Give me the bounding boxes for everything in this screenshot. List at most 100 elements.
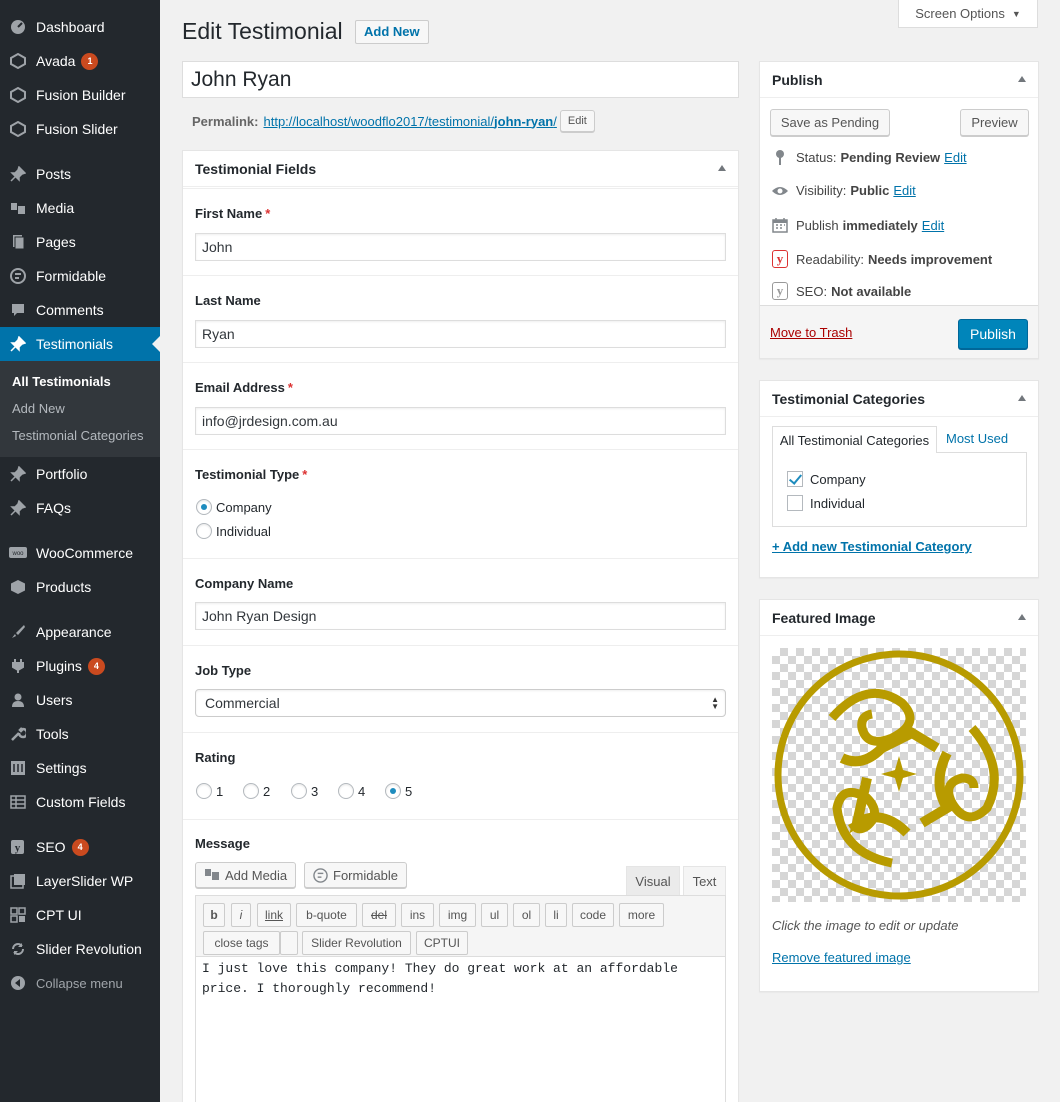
- tab-text[interactable]: Text: [683, 866, 726, 896]
- qt-close-tags-button[interactable]: close tags: [203, 931, 280, 955]
- remove-featured-image-link[interactable]: Remove featured image: [772, 950, 911, 965]
- sidebar-item-products[interactable]: Products: [0, 570, 160, 604]
- qt-ul-button[interactable]: ul: [481, 903, 508, 927]
- company-name-input[interactable]: John Ryan Design: [195, 602, 726, 630]
- collapse-arrow-icon[interactable]: [1018, 395, 1026, 401]
- add-media-button[interactable]: Add Media: [195, 862, 297, 888]
- qt-bquote-button[interactable]: b-quote: [296, 903, 357, 927]
- category-item-company[interactable]: Company: [787, 471, 866, 487]
- sidebar-item-tools[interactable]: Tools: [0, 717, 160, 751]
- rating-option-4[interactable]: 4: [338, 783, 365, 799]
- rating-option-5[interactable]: 5: [385, 783, 412, 799]
- job-type-select[interactable]: Commercial ▲ ▼: [195, 689, 726, 717]
- sidebar-item-dashboard[interactable]: Dashboard: [0, 10, 160, 44]
- qt-blank-button[interactable]: [280, 931, 298, 955]
- post-title-input[interactable]: [182, 61, 739, 98]
- tab-visual[interactable]: Visual: [626, 866, 680, 896]
- radio-button[interactable]: [196, 499, 212, 515]
- qt-italic-button[interactable]: i: [231, 903, 251, 927]
- featured-image-header[interactable]: Featured Image: [760, 600, 1038, 636]
- sidebar-item-avada[interactable]: Avada 1: [0, 44, 160, 78]
- add-new-button[interactable]: Add New: [355, 20, 429, 44]
- radio-button[interactable]: [291, 783, 307, 799]
- pages-icon: [8, 233, 28, 251]
- qt-slider-revolution-button[interactable]: Slider Revolution: [302, 931, 411, 955]
- collapse-arrow-icon[interactable]: [1018, 76, 1026, 82]
- preview-button[interactable]: Preview: [960, 109, 1029, 136]
- tab-all-categories[interactable]: All Testimonial Categories: [772, 426, 937, 453]
- submenu-testimonial-categories[interactable]: Testimonial Categories: [12, 428, 144, 443]
- admin-sidebar: Dashboard Avada 1 Fusion Builder Fusion S…: [0, 0, 160, 1102]
- rating-option-3[interactable]: 3: [291, 783, 318, 799]
- radio-button[interactable]: [196, 783, 212, 799]
- publish-header[interactable]: Publish: [760, 62, 1038, 98]
- save-as-pending-button[interactable]: Save as Pending: [770, 109, 890, 136]
- first-name-input[interactable]: John: [195, 233, 726, 261]
- sidebar-item-layerslider[interactable]: LayerSlider WP: [0, 864, 160, 898]
- radio-button[interactable]: [196, 523, 212, 539]
- sidebar-item-portfolio[interactable]: Portfolio: [0, 457, 160, 491]
- qt-bold-button[interactable]: b: [203, 903, 225, 927]
- type-option-individual[interactable]: Individual: [196, 523, 271, 539]
- sidebar-item-settings[interactable]: Settings: [0, 751, 160, 785]
- sidebar-item-plugins[interactable]: Plugins 4: [0, 649, 160, 683]
- edit-visibility-link[interactable]: Edit: [893, 183, 915, 198]
- sidebar-item-fusion-builder[interactable]: Fusion Builder: [0, 78, 160, 112]
- woocommerce-icon: woo: [8, 544, 28, 562]
- qt-link-button[interactable]: link: [257, 903, 291, 927]
- qt-li-button[interactable]: li: [545, 903, 567, 927]
- rating-option-1[interactable]: 1: [196, 783, 223, 799]
- checkbox[interactable]: [787, 495, 803, 511]
- sidebar-item-appearance[interactable]: Appearance: [0, 615, 160, 649]
- sidebar-item-users[interactable]: Users: [0, 683, 160, 717]
- sidebar-item-fusion-slider[interactable]: Fusion Slider: [0, 112, 160, 146]
- sidebar-item-cpt-ui[interactable]: CPT UI: [0, 898, 160, 932]
- publish-button[interactable]: Publish: [958, 319, 1028, 349]
- radio-button[interactable]: [338, 783, 354, 799]
- qt-img-button[interactable]: img: [439, 903, 476, 927]
- sidebar-item-woocommerce[interactable]: woo WooCommerce: [0, 536, 160, 570]
- submenu-all-testimonials[interactable]: All Testimonials: [12, 374, 111, 389]
- collapse-menu-button[interactable]: Collapse menu: [0, 966, 160, 1000]
- radio-button[interactable]: [385, 783, 401, 799]
- sidebar-item-testimonials[interactable]: Testimonials: [0, 327, 160, 361]
- submenu-add-new[interactable]: Add New: [12, 401, 65, 416]
- screen-options-button[interactable]: Screen Options ▼: [898, 0, 1038, 28]
- type-option-company[interactable]: Company: [196, 499, 272, 515]
- checkbox[interactable]: [787, 471, 803, 487]
- sidebar-item-custom-fields[interactable]: Custom Fields: [0, 785, 160, 819]
- tab-most-used[interactable]: Most Used: [946, 431, 1008, 446]
- sidebar-item-faqs[interactable]: FAQs: [0, 491, 160, 525]
- sidebar-item-posts[interactable]: Posts: [0, 157, 160, 191]
- featured-image[interactable]: [772, 648, 1026, 902]
- radio-button[interactable]: [243, 783, 259, 799]
- category-item-individual[interactable]: Individual: [787, 495, 865, 511]
- last-name-input[interactable]: Ryan: [195, 320, 726, 348]
- sidebar-item-formidable[interactable]: Formidable: [0, 259, 160, 293]
- edit-status-link[interactable]: Edit: [944, 150, 966, 165]
- qt-ol-button[interactable]: ol: [513, 903, 540, 927]
- sidebar-item-seo[interactable]: y SEO 4: [0, 830, 160, 864]
- sidebar-item-comments[interactable]: Comments: [0, 293, 160, 327]
- collapse-arrow-icon[interactable]: [718, 165, 726, 171]
- sidebar-item-media[interactable]: Media: [0, 191, 160, 225]
- testimonial-fields-header[interactable]: Testimonial Fields: [183, 151, 738, 187]
- qt-cptui-button[interactable]: CPTUI: [416, 931, 468, 955]
- formidable-button[interactable]: Formidable: [304, 862, 408, 888]
- qt-del-button[interactable]: del: [362, 903, 396, 927]
- move-to-trash-link[interactable]: Move to Trash: [770, 325, 852, 340]
- message-textarea[interactable]: I just love this company! They do great …: [195, 956, 726, 1102]
- sidebar-item-pages[interactable]: Pages: [0, 225, 160, 259]
- sidebar-item-slider-revolution[interactable]: Slider Revolution: [0, 932, 160, 966]
- collapse-arrow-icon[interactable]: [1018, 614, 1026, 620]
- add-new-category-link[interactable]: + Add new Testimonial Category: [772, 539, 972, 554]
- rating-option-2[interactable]: 2: [243, 783, 270, 799]
- qt-more-button[interactable]: more: [619, 903, 664, 927]
- qt-code-button[interactable]: code: [572, 903, 614, 927]
- qt-ins-button[interactable]: ins: [401, 903, 434, 927]
- edit-publish-date-link[interactable]: Edit: [922, 218, 944, 233]
- email-input[interactable]: info@jrdesign.com.au: [195, 407, 726, 435]
- permalink-link[interactable]: http://localhost/woodflo2017/testimonial…: [263, 114, 556, 129]
- edit-permalink-button[interactable]: Edit: [559, 110, 595, 132]
- categories-header[interactable]: Testimonial Categories: [760, 381, 1038, 417]
